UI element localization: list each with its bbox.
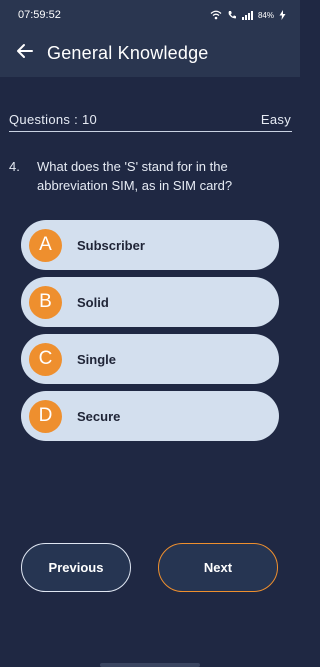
page-title: General Knowledge (47, 43, 209, 63)
option-b[interactable]: B Solid (21, 277, 279, 327)
wifi-icon (210, 10, 222, 20)
status-time: 07:59:52 (18, 9, 61, 21)
battery-level: 84% (257, 10, 274, 20)
next-button[interactable]: Next (158, 543, 278, 592)
question-text: What does the 'S' stand for in the abbre… (37, 159, 233, 193)
back-button[interactable] (14, 43, 36, 65)
option-letter-badge: C (29, 342, 62, 376)
call-icon (227, 10, 237, 20)
back-arrow-icon (16, 43, 34, 64)
charging-icon (279, 10, 286, 20)
option-letter-badge: B (29, 285, 62, 319)
divider (9, 131, 292, 132)
option-letter-badge: D (29, 399, 62, 433)
option-label: Single (77, 351, 117, 367)
option-a[interactable]: A Subscriber (21, 220, 279, 270)
option-label: Subscriber (77, 237, 145, 253)
status-icons: 84% (210, 10, 286, 20)
option-label: Solid (77, 294, 109, 310)
option-letter-badge: A (29, 228, 62, 262)
quiz-meta: Questions : 10 Easy (0, 109, 300, 129)
option-d[interactable]: D Secure (21, 391, 279, 441)
option-label: Secure (77, 408, 121, 424)
option-c[interactable]: C Single (21, 334, 279, 384)
question: 4. What does the 'S' stand for in the ab… (9, 157, 293, 195)
app-bar: General Knowledge (0, 30, 300, 77)
difficulty-label: Easy (260, 111, 291, 127)
questions-count: Questions : 10 (9, 111, 98, 127)
signal-icon (241, 10, 253, 20)
status-bar: 07:59:52 84% (0, 0, 300, 30)
previous-button[interactable]: Previous (21, 543, 131, 592)
home-indicator[interactable] (100, 663, 200, 667)
question-number: 4. (9, 159, 20, 174)
